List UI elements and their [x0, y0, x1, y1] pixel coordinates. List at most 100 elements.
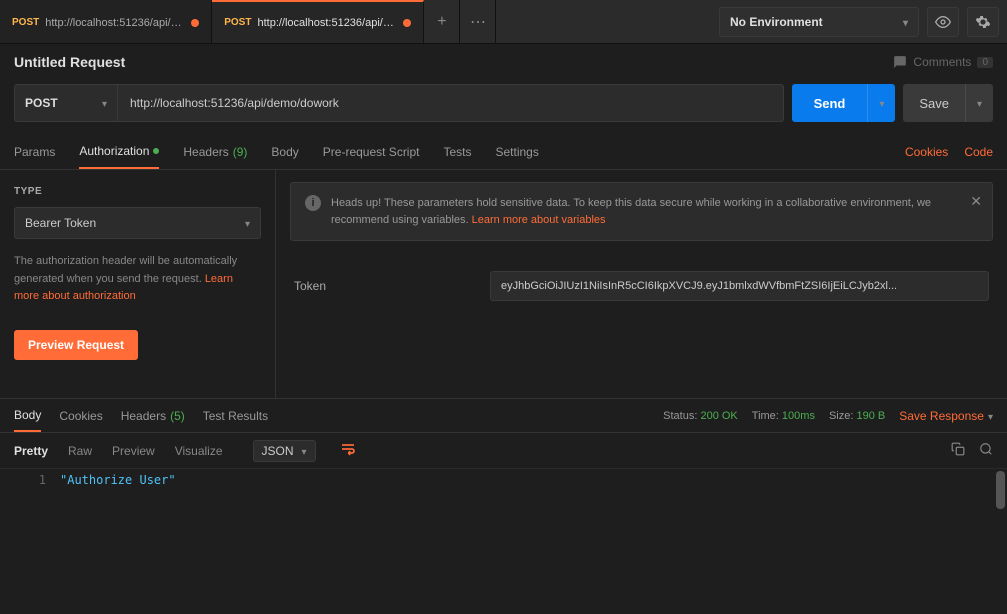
unsaved-dot-icon: [191, 19, 199, 27]
format-label: JSON: [262, 444, 294, 458]
request-subtabs: Params Authorization Headers (9) Body Pr…: [0, 134, 1007, 170]
tab-params[interactable]: Params: [14, 134, 55, 169]
auth-type-select[interactable]: Bearer Token: [14, 207, 261, 239]
tab-prerequest[interactable]: Pre-request Script: [323, 134, 420, 169]
resp-tab-body[interactable]: Body: [14, 399, 41, 432]
auth-right-panel: i Heads up! These parameters hold sensit…: [276, 170, 1007, 398]
tab-settings[interactable]: Settings: [496, 134, 539, 169]
header-count: (5): [170, 409, 185, 423]
auth-left-panel: TYPE Bearer Token The authorization head…: [0, 170, 276, 398]
resp-tab-tests[interactable]: Test Results: [203, 399, 268, 432]
auth-type-value: Bearer Token: [25, 216, 96, 230]
wrap-icon: [340, 441, 356, 457]
view-mode-preview[interactable]: Preview: [112, 444, 155, 458]
scrollbar[interactable]: [996, 471, 1005, 509]
gear-icon: [975, 14, 991, 30]
time-group: Time: 100ms: [752, 410, 815, 422]
tab-tests[interactable]: Tests: [443, 134, 471, 169]
view-mode-raw[interactable]: Raw: [68, 444, 92, 458]
chevron-down-icon: [903, 15, 908, 29]
unsaved-dot-icon: [403, 19, 411, 27]
info-icon: i: [305, 195, 321, 211]
json-string: "Authorize User": [60, 473, 176, 487]
save-response-label: Save Response: [899, 409, 984, 423]
token-label: Token: [294, 279, 474, 293]
save-button[interactable]: Save: [903, 84, 965, 122]
request-tab-1[interactable]: POST http://localhost:51236/api/de...: [212, 0, 424, 43]
tab-body[interactable]: Body: [271, 134, 298, 169]
resp-tab-headers[interactable]: Headers (5): [121, 399, 185, 432]
tab-url: http://localhost:51236/api/de...: [257, 17, 397, 29]
line-gutter: 1: [0, 469, 60, 549]
learn-more-variables-link[interactable]: Learn more about variables: [472, 214, 606, 226]
banner-text: Heads up! These parameters hold sensitiv…: [331, 197, 931, 226]
chevron-down-icon: [102, 96, 107, 110]
right-controls: No Environment: [719, 0, 1007, 43]
tab-label: Headers: [121, 409, 166, 423]
tab-label: Authorization: [79, 144, 149, 158]
send-button[interactable]: Send: [792, 84, 868, 122]
tabs-area: POST http://localhost:51236/api/de... PO…: [0, 0, 496, 43]
title-row: Untitled Request Comments 0: [0, 44, 1007, 76]
new-tab-button[interactable]: +: [424, 0, 460, 43]
response-body[interactable]: 1 "Authorize User": [0, 469, 1007, 549]
chevron-down-icon: [879, 96, 884, 110]
method-badge: POST: [12, 17, 39, 28]
format-select[interactable]: JSON: [253, 440, 316, 462]
tab-authorization[interactable]: Authorization: [79, 134, 159, 169]
auth-description: The authorization header will be automat…: [14, 253, 261, 306]
chevron-down-icon: [245, 216, 250, 230]
comments-label: Comments: [913, 55, 971, 69]
line-number: 1: [0, 473, 46, 487]
token-input[interactable]: [490, 271, 989, 301]
search-icon: [979, 442, 993, 456]
info-text: Heads up! These parameters hold sensitiv…: [331, 195, 978, 228]
comment-icon: [893, 55, 907, 69]
response-tabs: Body Cookies Headers (5) Test Results St…: [0, 399, 1007, 433]
chevron-down-icon: [988, 409, 993, 423]
copy-icon: [951, 442, 965, 456]
environment-label: No Environment: [730, 15, 823, 29]
view-mode-visualize[interactable]: Visualize: [175, 444, 223, 458]
comments-button[interactable]: Comments 0: [893, 55, 993, 69]
code-content: "Authorize User": [60, 469, 176, 549]
send-dropdown[interactable]: [867, 84, 895, 122]
view-mode-pretty[interactable]: Pretty: [14, 444, 48, 458]
environment-quicklook-button[interactable]: [927, 7, 959, 37]
chevron-down-icon: [302, 444, 307, 458]
token-row: Token: [290, 271, 993, 301]
method-badge: POST: [224, 17, 251, 28]
copy-button[interactable]: [951, 442, 965, 459]
size-group: Size: 190 B: [829, 410, 885, 422]
url-input[interactable]: [118, 84, 784, 122]
size-value: 190 B: [856, 410, 885, 422]
close-banner-button[interactable]: ✕: [970, 193, 982, 210]
info-banner: i Heads up! These parameters hold sensit…: [290, 182, 993, 241]
auth-description-text: The authorization header will be automat…: [14, 255, 237, 285]
active-dot-icon: [153, 148, 159, 154]
viewer-bar: Pretty Raw Preview Visualize JSON: [0, 433, 1007, 469]
resp-tab-cookies[interactable]: Cookies: [59, 399, 102, 432]
tab-label: Headers: [183, 145, 228, 159]
method-text: POST: [25, 96, 58, 110]
cookies-link[interactable]: Cookies: [905, 145, 948, 159]
tab-headers[interactable]: Headers (9): [183, 134, 247, 169]
method-select[interactable]: POST: [14, 84, 118, 122]
comments-count: 0: [977, 57, 993, 68]
request-tab-0[interactable]: POST http://localhost:51236/api/de...: [0, 0, 212, 43]
type-label: TYPE: [14, 186, 261, 197]
status-value: 200 OK: [700, 410, 737, 422]
auth-area: TYPE Bearer Token The authorization head…: [0, 170, 1007, 398]
environment-select[interactable]: No Environment: [719, 7, 919, 37]
time-value: 100ms: [782, 410, 815, 422]
wrap-lines-button[interactable]: [336, 437, 360, 464]
tab-url: http://localhost:51236/api/de...: [45, 17, 185, 29]
save-response-button[interactable]: Save Response: [899, 409, 993, 423]
request-title: Untitled Request: [14, 54, 125, 70]
tab-overflow-button[interactable]: ⋯: [460, 0, 496, 43]
settings-button[interactable]: [967, 7, 999, 37]
preview-request-button[interactable]: Preview Request: [14, 330, 138, 360]
save-dropdown[interactable]: [965, 84, 993, 122]
code-link[interactable]: Code: [964, 145, 993, 159]
search-button[interactable]: [979, 442, 993, 459]
